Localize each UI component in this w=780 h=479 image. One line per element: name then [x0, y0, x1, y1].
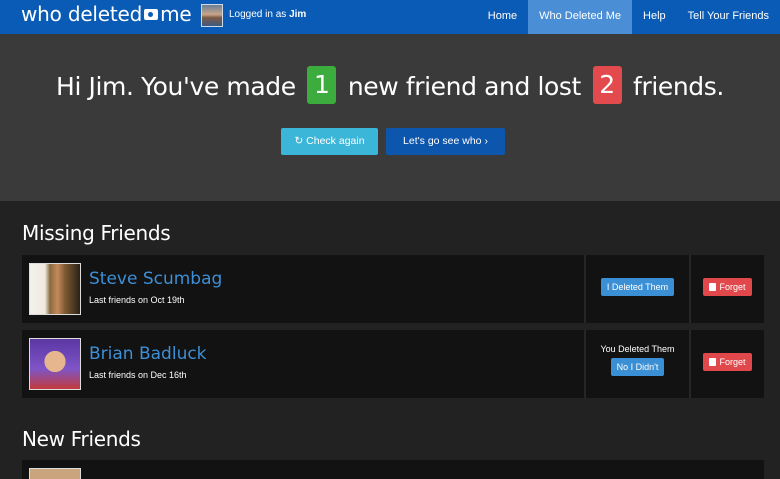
friend-last-seen: Last friends on Oct 19th: [89, 295, 185, 305]
brand-text-left: who deleted: [21, 2, 143, 26]
friend-row: Steve Scumbag Last friends on Oct 19th I…: [22, 255, 764, 323]
nav-who-deleted-me[interactable]: Who Deleted Me: [528, 0, 633, 34]
camera-icon: [144, 9, 159, 20]
summary-headline: Hi Jim. You've made 1 new friend and los…: [0, 66, 780, 104]
you-deleted-them-label: You Deleted Them: [600, 344, 675, 354]
see-who-button[interactable]: Let's go see who ›: [386, 128, 505, 155]
new-friends-title: New Friends: [22, 427, 141, 451]
friend-name-link[interactable]: Brian Badluck: [89, 344, 207, 364]
refresh-icon: ↻: [294, 135, 307, 147]
new-count-badge: 1: [307, 66, 337, 104]
friend-last-seen: Last friends on Dec 16th: [89, 370, 187, 380]
brand-text-right: me: [160, 2, 192, 26]
logged-user: Jim: [289, 9, 307, 20]
see-who-label: Let's go see who: [403, 135, 482, 147]
forget-cell: Forget: [691, 330, 764, 398]
trash-icon: [709, 358, 717, 366]
navbar: who deleted me Logged in as Jim Home Who …: [0, 0, 780, 34]
forget-label: Forget: [719, 282, 746, 292]
chevron-right-icon: ›: [481, 135, 488, 147]
forget-button[interactable]: Forget: [703, 278, 752, 296]
friend-photo: [29, 263, 81, 315]
headline-text-2: new friend and lost: [347, 72, 582, 101]
nav-tell-friends[interactable]: Tell Your Friends: [677, 0, 780, 34]
main-content: Missing Friends Steve Scumbag Last frien…: [0, 201, 780, 479]
hero-panel: Hi Jim. You've made 1 new friend and los…: [0, 34, 780, 201]
missing-friends-title: Missing Friends: [22, 221, 171, 245]
logged-prefix: Logged in as: [229, 9, 287, 20]
action-cell: You Deleted Them No I Didn't: [586, 330, 689, 398]
check-again-button[interactable]: ↻ Check again: [281, 128, 378, 155]
friend-name-link[interactable]: Steve Scumbag: [89, 269, 222, 289]
logged-in-label: Logged in as Jim: [229, 9, 306, 20]
forget-cell: Forget: [691, 255, 764, 323]
lost-count-badge: 2: [592, 66, 622, 104]
friend-photo: [29, 468, 81, 479]
brand-logo[interactable]: who deleted me: [21, 2, 192, 26]
nav-home[interactable]: Home: [477, 0, 528, 34]
nav-help[interactable]: Help: [632, 0, 677, 34]
i-deleted-them-button[interactable]: I Deleted Them: [600, 278, 675, 296]
user-avatar[interactable]: [201, 4, 223, 27]
nav-links: Home Who Deleted Me Help Tell Your Frien…: [477, 0, 780, 34]
no-i-didnt-button[interactable]: No I Didn't: [610, 358, 665, 376]
forget-label: Forget: [719, 357, 746, 367]
check-again-label: Check again: [306, 135, 365, 147]
headline-text-1: Hi Jim. You've made: [56, 72, 296, 101]
action-cell: I Deleted Them: [586, 255, 689, 323]
forget-button[interactable]: Forget: [703, 353, 752, 371]
headline-text-3: friends.: [633, 72, 724, 101]
friend-photo: [29, 338, 81, 390]
friend-row: Brian Badluck Last friends on Dec 16th Y…: [22, 330, 764, 398]
trash-icon: [709, 283, 717, 291]
friend-row: [22, 460, 764, 479]
